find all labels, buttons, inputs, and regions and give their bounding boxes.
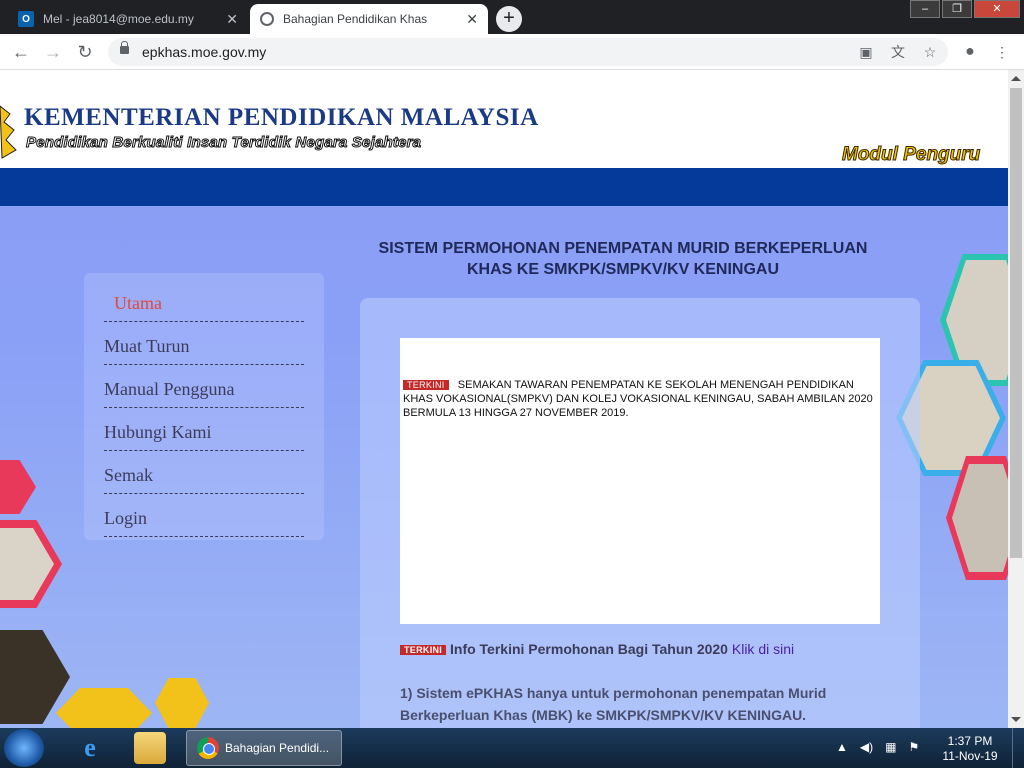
scroll-up-arrow-icon[interactable] bbox=[1011, 76, 1021, 81]
menu-item-semak[interactable]: Semak bbox=[104, 451, 304, 494]
terkini-badge: TERKINI bbox=[400, 645, 447, 656]
lock-icon bbox=[120, 41, 129, 54]
browser-toolbar: ← → ↻ epkhas.moe.gov.my ▣ 文 ☆ ● ⋮ bbox=[0, 34, 1024, 70]
action-center-icon[interactable]: ⚑ bbox=[908, 740, 919, 754]
decor-hex-red bbox=[0, 460, 36, 514]
news-ticker-box: TERKINI SEMAKAN TAWARAN PENEMPATAN KE SE… bbox=[400, 338, 880, 624]
info-line: TERKINI Info Terkini Permohonan Bagi Tah… bbox=[400, 641, 794, 657]
system-note: 1) Sistem ePKHAS hanya untuk permohonan … bbox=[400, 682, 900, 726]
translate-icon[interactable]: 文 bbox=[890, 44, 906, 60]
window-controls: – ❐ ✕ bbox=[910, 0, 1020, 20]
taskbar-window-label: Bahagian Pendidi... bbox=[225, 741, 330, 755]
bookmark-star-icon[interactable]: ☆ bbox=[922, 44, 938, 60]
network-icon[interactable]: ▦ bbox=[885, 740, 896, 754]
new-tab-button[interactable]: + bbox=[496, 6, 522, 32]
page-title-line: SISTEM PERMOHONAN PENEMPATAN MURID BERKE… bbox=[378, 240, 868, 257]
menu-item-hubungi-kami[interactable]: Hubungi Kami bbox=[104, 408, 304, 451]
tab-bahagian-pendidikan-khas[interactable]: Bahagian Pendidikan Khas ✕ bbox=[250, 4, 488, 34]
menu-item-login[interactable]: Login bbox=[104, 494, 304, 537]
chrome-icon bbox=[197, 737, 219, 759]
outlook-icon: O bbox=[18, 11, 34, 27]
header-band bbox=[0, 168, 1008, 206]
terkini-badge: TERKINI bbox=[403, 380, 449, 391]
scroll-down-arrow-icon[interactable] bbox=[1011, 717, 1021, 722]
browser-tab-bar: O Mel - jea8014@moe.edu.my ✕ Bahagian Pe… bbox=[0, 0, 1024, 34]
menu-item-utama[interactable]: Utama bbox=[104, 279, 304, 322]
show-desktop-button[interactable] bbox=[1012, 728, 1024, 768]
info-text: Info Terkini Permohonan Bagi Tahun 2020 bbox=[450, 641, 728, 657]
back-button[interactable]: ← bbox=[10, 42, 32, 62]
decor-hex-yellow bbox=[56, 688, 152, 728]
close-tab-icon[interactable]: ✕ bbox=[466, 11, 478, 28]
blocked-content-icon[interactable]: ▣ bbox=[858, 44, 874, 60]
reload-button[interactable]: ↻ bbox=[74, 42, 96, 62]
info-link[interactable]: Klik di sini bbox=[732, 641, 794, 657]
note-line: Berkeperluan Khas (MBK) ke SMKPK/SMPKV/K… bbox=[400, 707, 807, 723]
note-line: 1) Sistem ePKHAS hanya untuk permohonan … bbox=[400, 685, 827, 701]
ministry-title: KEMENTERIAN PENDIDIKAN MALAYSIA bbox=[24, 104, 539, 131]
decor-hex-yellow bbox=[155, 678, 209, 728]
tab-outlook-mail[interactable]: O Mel - jea8014@moe.edu.my ✕ bbox=[8, 4, 248, 34]
taskbar-chrome-window[interactable]: Bahagian Pendidi... bbox=[186, 730, 342, 766]
profile-icon[interactable]: ● bbox=[962, 44, 978, 60]
windows-taskbar: e Bahagian Pendidi... ▲ ◀) ▦ ⚑ 1:37 PM 1… bbox=[0, 728, 1024, 768]
news-text: SEMAKAN TAWARAN PENEMPATAN KE SEKOLAH ME… bbox=[403, 379, 873, 419]
menu-item-muat-turun[interactable]: Muat Turun bbox=[104, 322, 304, 365]
volume-icon[interactable]: ◀) bbox=[860, 740, 873, 754]
forward-button[interactable]: → bbox=[42, 42, 64, 62]
internet-explorer-icon[interactable]: e bbox=[74, 732, 106, 764]
scrollbar-thumb[interactable] bbox=[1010, 88, 1022, 558]
ministry-tagline: Pendidikan Berkualiti Insan Terdidik Neg… bbox=[25, 134, 422, 152]
menu-kebab-icon[interactable]: ⋮ bbox=[994, 44, 1010, 60]
clock-time: 1:37 PM bbox=[947, 734, 993, 748]
close-tab-icon[interactable]: ✕ bbox=[226, 11, 238, 28]
crest-logo-icon bbox=[0, 105, 17, 159]
system-tray: ▲ ◀) ▦ ⚑ bbox=[836, 740, 919, 754]
url-text: epkhas.moe.gov.my bbox=[142, 44, 267, 60]
start-button[interactable] bbox=[4, 729, 44, 767]
tab-title: Mel - jea8014@moe.edu.my bbox=[43, 12, 194, 26]
taskbar-clock[interactable]: 1:37 PM 11-Nov-19 bbox=[936, 734, 1004, 764]
page-title: SISTEM PERMOHONAN PENEMPATAN MURID BERKE… bbox=[330, 238, 916, 280]
page-title-line: KHAS KE SMKPK/SMPKV/KV KENINGAU bbox=[466, 261, 780, 278]
menu-item-manual-pengguna[interactable]: Manual Pengguna bbox=[104, 365, 304, 408]
minimize-button[interactable]: – bbox=[910, 0, 940, 18]
clock-date: 11-Nov-19 bbox=[942, 749, 998, 763]
site-header: KEMENTERIAN PENDIDIKAN MALAYSIA Pendidik… bbox=[0, 70, 1008, 168]
side-menu: Utama Muat Turun Manual Pengguna Hubungi… bbox=[84, 273, 324, 540]
globe-icon bbox=[260, 12, 274, 26]
web-page: KEMENTERIAN PENDIDIKAN MALAYSIA Pendidik… bbox=[0, 70, 1008, 728]
close-window-button[interactable]: ✕ bbox=[974, 0, 1020, 18]
file-explorer-icon[interactable] bbox=[134, 732, 166, 764]
tray-expand-icon[interactable]: ▲ bbox=[836, 740, 848, 754]
page-scrollbar[interactable] bbox=[1008, 70, 1024, 728]
restore-button[interactable]: ❐ bbox=[942, 0, 972, 18]
news-item: TERKINI SEMAKAN TAWARAN PENEMPATAN KE SE… bbox=[403, 378, 873, 420]
address-bar[interactable]: epkhas.moe.gov.my bbox=[108, 38, 948, 66]
module-label: Modul Penguru bbox=[841, 144, 981, 166]
tab-title: Bahagian Pendidikan Khas bbox=[283, 12, 428, 26]
